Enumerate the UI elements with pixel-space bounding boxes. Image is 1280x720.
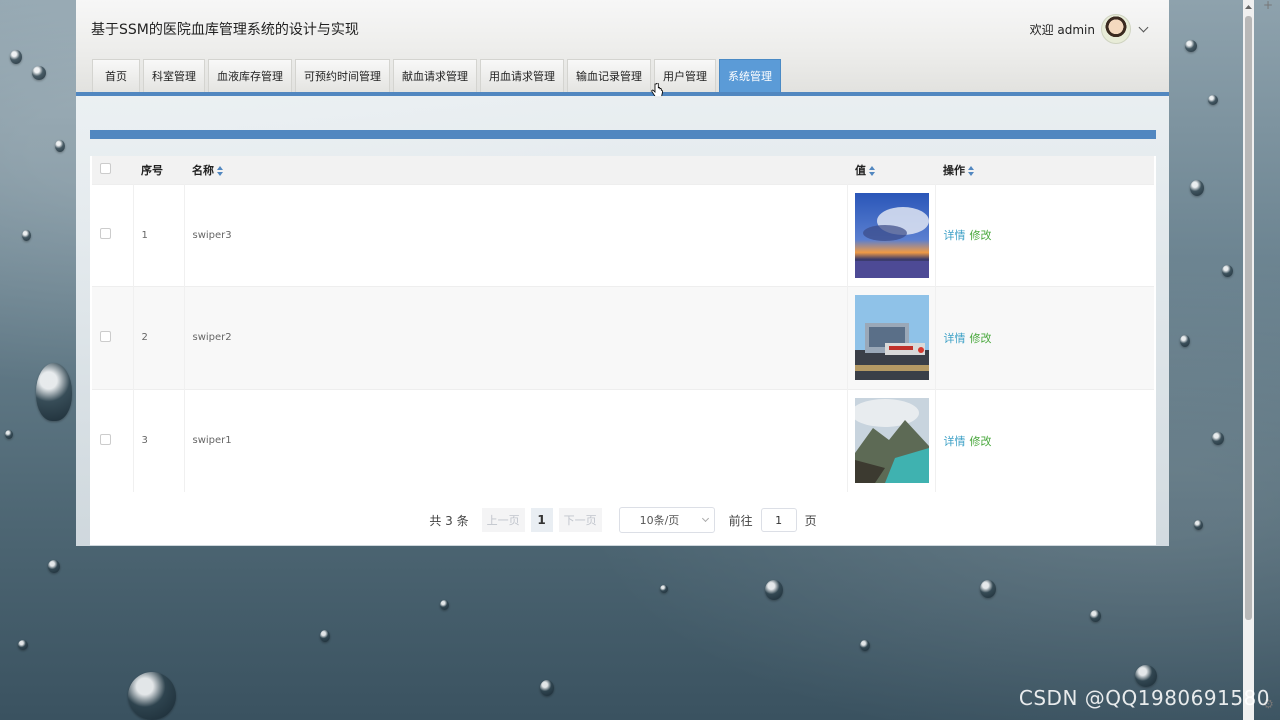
row-name: swiper3 <box>184 184 848 287</box>
section-divider <box>90 130 1156 139</box>
row-checkbox[interactable] <box>100 433 111 445</box>
app-title: 基于SSM的医院血库管理系统的设计与实现 <box>91 22 359 38</box>
header-name[interactable]: 名称 <box>184 156 847 184</box>
scroll-up-arrow-icon[interactable] <box>1244 3 1253 12</box>
goto-label: 前往 <box>728 513 753 528</box>
detail-link[interactable]: 详情 <box>944 435 966 448</box>
edit-link[interactable]: 修改 <box>970 435 992 448</box>
chevron-down-icon <box>701 514 709 523</box>
page-size-value: 10条/页 <box>639 514 680 527</box>
edit-link[interactable]: 修改 <box>970 229 992 242</box>
prev-page-button[interactable]: 上一页 <box>481 508 525 532</box>
next-page-button[interactable]: 下一页 <box>558 508 602 532</box>
row-name: swiper2 <box>184 286 848 389</box>
page-number-current[interactable]: 1 <box>530 508 553 532</box>
table-row: 3 swiper1 详情 修改 <box>92 389 1154 492</box>
table-header-row: 序号 名称 值 操作 <box>92 156 1154 184</box>
goto-page-input[interactable] <box>760 508 797 532</box>
row-checkbox[interactable] <box>100 330 111 342</box>
watermark: CSDN @QQ1980691580 <box>1018 686 1270 710</box>
user-menu[interactable]: 欢迎 admin <box>1029 14 1149 44</box>
detail-link[interactable]: 详情 <box>944 332 966 345</box>
page-unit-label: 页 <box>804 513 817 528</box>
scrollbar-thumb[interactable] <box>1245 16 1252 620</box>
nav-item-transfusion-record[interactable]: 输血记录管理 <box>567 59 651 92</box>
welcome-text: 欢迎 admin <box>1029 22 1095 37</box>
row-index: 2 <box>133 286 185 389</box>
nav-item-blood-use-request[interactable]: 用血请求管理 <box>480 59 564 92</box>
total-count: 共 3 条 <box>429 513 469 528</box>
top-bar: 基于SSM的医院血库管理系统的设计与实现 欢迎 admin 首页 科室管理 血液… <box>76 0 1169 96</box>
select-all-checkbox[interactable] <box>100 162 111 174</box>
header-index: 序号 <box>141 163 163 177</box>
sort-icon[interactable] <box>217 165 224 176</box>
sort-icon[interactable] <box>869 165 876 176</box>
plus-icon: + <box>1263 0 1274 12</box>
header-value[interactable]: 值 <box>847 156 935 184</box>
row-index: 3 <box>133 389 185 492</box>
table-row: 2 swiper2 详情 修改 <box>92 286 1154 389</box>
detail-link[interactable]: 详情 <box>944 229 966 242</box>
row-index: 1 <box>133 184 185 287</box>
mountain-lake-image[interactable] <box>854 398 929 483</box>
hospital-building-image[interactable] <box>854 295 929 381</box>
page-size-select[interactable]: 10条/页 <box>618 507 715 533</box>
sort-icon[interactable] <box>968 165 975 176</box>
row-checkbox[interactable] <box>100 228 111 240</box>
nav-item-blood-inventory[interactable]: 血液库存管理 <box>208 59 292 92</box>
nav-item-system[interactable]: 系统管理 <box>719 59 781 92</box>
header-action[interactable]: 操作 <box>935 156 1154 184</box>
config-table: 序号 名称 值 操作 1 swiper3 详情 修改 2 swiper2 详情 … <box>92 156 1154 492</box>
nav-item-home[interactable]: 首页 <box>92 59 140 92</box>
sunset-lake-image[interactable] <box>854 192 929 278</box>
nav-item-users[interactable]: 用户管理 <box>654 59 716 92</box>
nav-item-donation-request[interactable]: 献血请求管理 <box>393 59 477 92</box>
table-row: 1 swiper3 详情 修改 <box>92 184 1154 287</box>
edit-link[interactable]: 修改 <box>970 332 992 345</box>
nav-item-department[interactable]: 科室管理 <box>143 59 205 92</box>
row-name: swiper1 <box>184 389 848 492</box>
nav-item-appointment-time[interactable]: 可预约时间管理 <box>295 59 390 92</box>
avatar[interactable] <box>1101 14 1131 44</box>
data-panel: 序号 名称 值 操作 1 swiper3 详情 修改 2 swiper2 详情 … <box>90 156 1156 545</box>
pagination: 共 3 条 上一页 1 下一页 10条/页 前往 页 <box>90 506 1156 534</box>
chevron-down-icon[interactable] <box>1138 22 1149 32</box>
main-nav: 首页 科室管理 血液库存管理 可预约时间管理 献血请求管理 用血请求管理 输血记… <box>92 59 781 92</box>
